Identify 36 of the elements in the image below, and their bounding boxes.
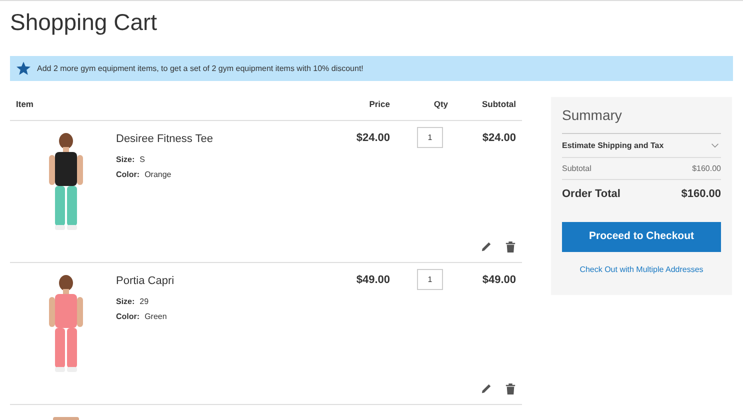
order-total-value: $160.00 (681, 186, 721, 202)
column-header: Price (368, 98, 390, 111)
product-name[interactable]: Desiree Fitness Tee (116, 132, 330, 146)
option-value: S (140, 154, 146, 166)
price: $49.00 (355, 273, 390, 288)
summary-title: Summary (562, 105, 721, 134)
delete-icon[interactable] (505, 383, 516, 395)
option-label: Color: (116, 169, 140, 181)
option-label: Color: (116, 311, 140, 323)
multiple-addresses-link[interactable]: Check Out with Multiple Addresses (580, 264, 704, 276)
option-value: Orange (144, 169, 172, 181)
subtotal-label: Subtotal (562, 162, 592, 174)
qty-field[interactable]: 1 (417, 269, 443, 290)
column-header: Qty (432, 98, 448, 111)
notice-text: Add 2 more gym equipment items, to get a set of 2 gym equipment items with 10% discount! (37, 62, 364, 74)
chevron-icon (711, 143, 719, 148)
checkout-button[interactable]: Proceed to Checkout (562, 222, 721, 252)
qty-field[interactable]: 1 (417, 127, 443, 148)
page-title: Shopping Cart (9, 8, 158, 37)
edit-icon[interactable] (481, 383, 492, 394)
subtotal: $49.00 (481, 273, 516, 288)
star-icon (16, 61, 31, 76)
subtotal-value: $160.00 (692, 162, 721, 174)
order-total-label: Order Total (562, 186, 620, 202)
option-label: Size: (116, 296, 135, 308)
estimate-shipping-toggle[interactable]: Estimate Shipping and Tax (562, 134, 721, 158)
option-value: 29 (140, 296, 149, 308)
edit-icon[interactable] (481, 241, 492, 252)
price: $24.00 (355, 131, 390, 146)
product-name[interactable]: Portia Capri (116, 274, 330, 288)
delete-icon[interactable] (505, 241, 516, 253)
subtotal: $24.00 (481, 131, 516, 146)
option-label: Size: (116, 154, 135, 166)
column-header: Subtotal (481, 98, 516, 111)
column-header: Item (16, 98, 34, 111)
option-value: Green (144, 311, 167, 323)
